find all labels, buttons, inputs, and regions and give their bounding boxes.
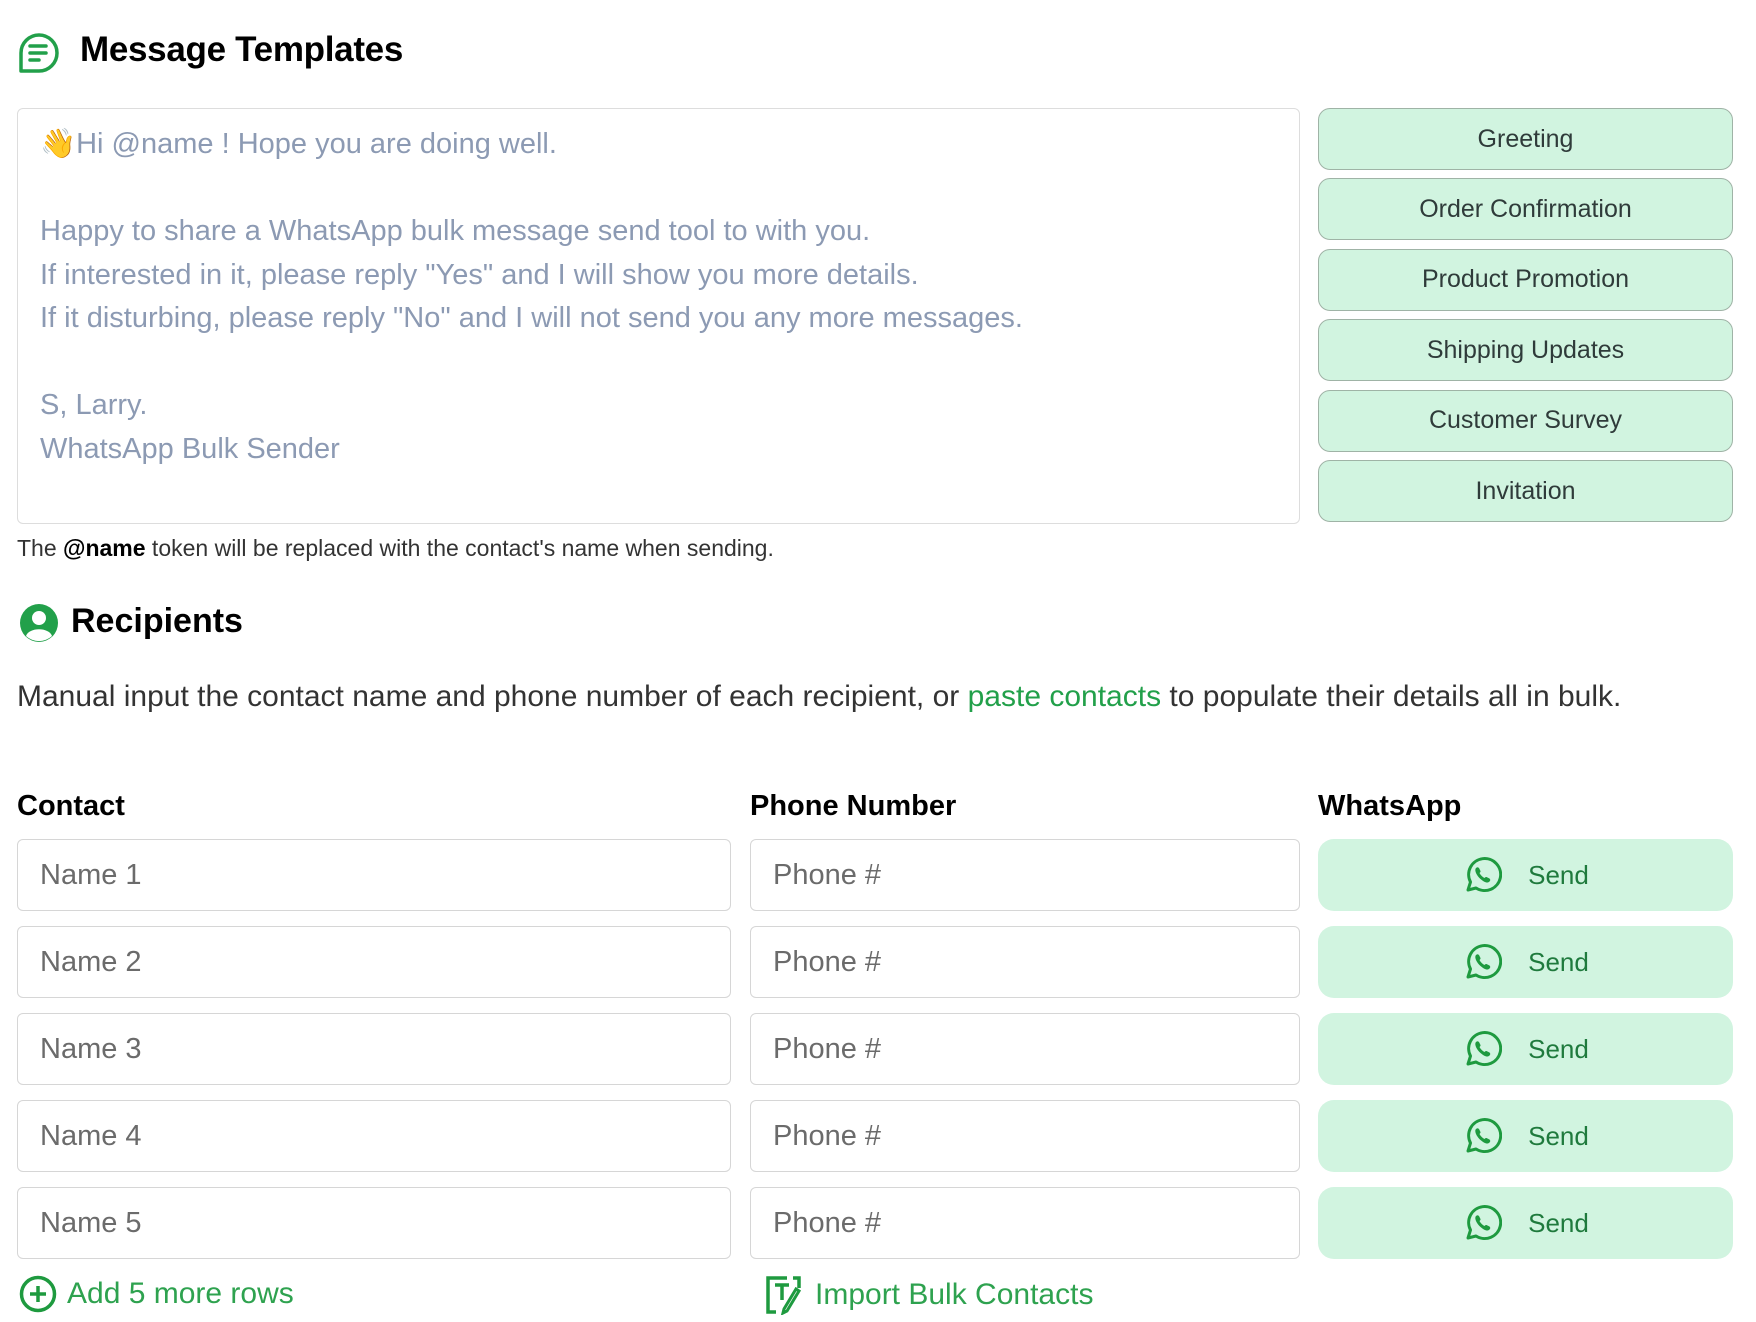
column-whatsapp: WhatsApp (1318, 790, 1462, 822)
send-whatsapp-button[interactable]: Send (1318, 1100, 1733, 1172)
template-button-invitation[interactable]: Invitation (1318, 460, 1733, 522)
send-whatsapp-button[interactable]: Send (1318, 839, 1733, 911)
column-contact: Contact (17, 790, 125, 822)
column-phone: Phone Number (750, 790, 957, 822)
recipients-description: Manual input the contact name and phone … (17, 678, 1737, 716)
whatsapp-icon (1462, 1116, 1503, 1156)
send-whatsapp-button[interactable]: Send (1318, 1013, 1733, 1085)
phone-number-input[interactable]: Phone # (750, 1013, 1300, 1085)
contact-name-input[interactable]: Name 1 (17, 839, 731, 911)
import-bulk-contacts-button[interactable]: Import Bulk Contacts (765, 1275, 1093, 1315)
hint-text: The (17, 535, 64, 561)
import-text-icon (766, 1276, 802, 1315)
user-icon (20, 604, 58, 642)
contact-name-input[interactable]: Name 2 (17, 926, 731, 998)
hint-token: @name (63, 535, 146, 561)
contact-name-input[interactable]: Name 5 (17, 1187, 731, 1259)
message-textarea[interactable]: 👋Hi @name ! Hope you are doing well. Hap… (17, 108, 1300, 524)
whatsapp-icon (1462, 1029, 1503, 1069)
send-label: Send (1528, 1120, 1589, 1151)
phone-number-input[interactable]: Phone # (750, 926, 1300, 998)
whatsapp-icon (1462, 1203, 1503, 1243)
add-rows-button[interactable]: Add 5 more rows (19, 1275, 294, 1313)
phone-number-input[interactable]: Phone # (750, 1100, 1300, 1172)
template-button-product-promotion[interactable]: Product Promotion (1318, 248, 1733, 311)
send-whatsapp-button[interactable]: Send (1318, 1187, 1733, 1259)
hint-text: token will be replaced with the contact'… (145, 535, 774, 561)
message-icon (19, 33, 59, 73)
name-token-hint: The @name token will be replaced with th… (17, 535, 774, 562)
contact-name-input[interactable]: Name 3 (17, 1013, 731, 1085)
add-rows-label: Add 5 more rows (67, 1277, 294, 1310)
send-whatsapp-button[interactable]: Send (1318, 926, 1733, 998)
phone-number-input[interactable]: Phone # (750, 839, 1300, 911)
whatsapp-icon (1462, 855, 1503, 895)
paste-contacts-link[interactable]: paste contacts (968, 680, 1161, 713)
template-button-shipping-updates[interactable]: Shipping Updates (1318, 319, 1733, 382)
recipients-heading: Recipients (71, 602, 243, 640)
template-button-greeting[interactable]: Greeting (1318, 108, 1733, 170)
plus-circle-icon (19, 1275, 57, 1313)
send-label: Send (1528, 859, 1589, 890)
page-title: Message Templates (80, 30, 404, 69)
send-label: Send (1528, 1207, 1589, 1238)
whatsapp-icon (1462, 942, 1503, 982)
import-label: Import Bulk Contacts (815, 1278, 1094, 1311)
send-label: Send (1528, 1033, 1589, 1064)
template-button-customer-survey[interactable]: Customer Survey (1318, 389, 1733, 452)
send-label: Send (1528, 946, 1589, 977)
description-text: Manual input the contact name and phone … (17, 680, 968, 713)
template-button-order-confirmation[interactable]: Order Confirmation (1318, 178, 1733, 241)
description-text: to populate their details all in bulk. (1161, 680, 1622, 713)
phone-number-input[interactable]: Phone # (750, 1187, 1300, 1259)
contact-name-input[interactable]: Name 4 (17, 1100, 731, 1172)
